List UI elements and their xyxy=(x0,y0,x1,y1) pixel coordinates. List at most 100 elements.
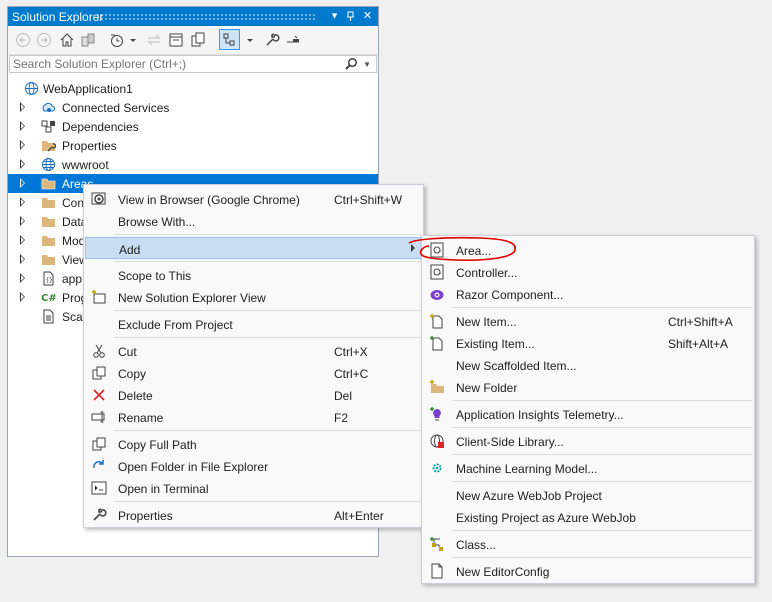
menu-item-open-in-terminal[interactable]: Open in Terminal xyxy=(85,477,422,499)
expand-arrow-icon[interactable] xyxy=(20,292,25,302)
tree-node-project[interactable]: WebApplication1 xyxy=(8,79,378,98)
chevron-down-icon[interactable] xyxy=(124,31,136,49)
menu-item-cut[interactable]: Cut Ctrl+X xyxy=(85,340,422,362)
expand-arrow-icon[interactable] xyxy=(20,197,25,207)
home-icon[interactable] xyxy=(58,31,76,49)
menu-item-label: Existing Item... xyxy=(456,337,535,351)
expand-arrow-icon[interactable] xyxy=(20,140,25,150)
submenu-item-class[interactable]: Class... xyxy=(423,533,753,555)
menu-separator xyxy=(114,501,421,502)
tree-node[interactable]: Properties xyxy=(8,136,378,155)
search-input[interactable] xyxy=(13,56,333,72)
menu-item-browse-with[interactable]: Browse With... xyxy=(85,210,422,232)
search-icon[interactable] xyxy=(344,57,358,71)
menu-item-label: Copy Full Path xyxy=(118,438,197,452)
menu-item-label: Copy xyxy=(118,367,147,381)
submenu-item-new-item[interactable]: New Item... Ctrl+Shift+A xyxy=(423,310,753,332)
menu-item-label: Open Folder in File Explorer xyxy=(118,460,269,474)
preview-icon[interactable] xyxy=(284,31,302,49)
menu-item-label: Delete xyxy=(118,389,153,403)
back-arrow-icon[interactable] xyxy=(14,31,32,49)
menu-item-add[interactable]: Add xyxy=(85,237,422,259)
expand-arrow-icon[interactable] xyxy=(20,102,25,112)
tree-node-label: wwwroot xyxy=(62,158,109,172)
dropdown-icon[interactable]: ▾ xyxy=(327,9,342,24)
menu-separator xyxy=(452,400,752,401)
submenu-item-existing-item[interactable]: Existing Item... Shift+Alt+A xyxy=(423,332,753,354)
tree-node-label: WebApplication1 xyxy=(43,82,133,96)
menu-item-copy[interactable]: Copy Ctrl+C xyxy=(85,362,422,384)
menu-item-shortcut: Del xyxy=(334,389,353,403)
search-box[interactable]: ▼ xyxy=(9,55,377,73)
menu-item-rename[interactable]: Rename F2 xyxy=(85,406,422,428)
tree-node[interactable]: Connected Services xyxy=(8,98,378,117)
expand-arrow-icon[interactable] xyxy=(20,235,25,245)
menu-item-properties[interactable]: Properties Alt+Enter xyxy=(85,504,422,526)
close-icon[interactable]: ✕ xyxy=(360,9,375,24)
menu-item-label: New Solution Explorer View xyxy=(118,291,266,305)
menu-item-label: New Item... xyxy=(456,315,517,329)
search-options-chevron-icon[interactable]: ▼ xyxy=(363,57,371,73)
menu-item-new-solution-explorer-view[interactable]: New Solution Explorer View xyxy=(85,286,422,308)
title-drag-grip[interactable] xyxy=(96,13,316,20)
sync-icon[interactable] xyxy=(145,31,163,49)
menu-item-scope-to-this[interactable]: Scope to This xyxy=(85,264,422,286)
web-project-globe-icon xyxy=(24,81,39,96)
tree-node-label: Connected Services xyxy=(62,101,170,115)
expand-arrow-icon[interactable] xyxy=(20,273,25,283)
properties-wrench-icon[interactable] xyxy=(263,31,281,49)
panel-titlebar: Solution Explorer ▾ ✕ xyxy=(8,7,378,26)
menu-item-label: Properties xyxy=(118,509,173,523)
chrome-icon xyxy=(91,191,107,207)
forward-arrow-icon[interactable] xyxy=(35,31,53,49)
expand-arrow-icon[interactable] xyxy=(20,121,25,131)
menu-item-shortcut: Ctrl+Shift+W xyxy=(334,193,403,207)
panel-toolbar xyxy=(8,26,378,55)
show-all-files-icon[interactable] xyxy=(189,31,207,49)
switch-views-icon[interactable] xyxy=(79,31,97,49)
expand-arrow-icon[interactable] xyxy=(20,254,25,264)
menu-item-view-in-browser[interactable]: View in Browser (Google Chrome) Ctrl+Shi… xyxy=(85,188,422,210)
expand-arrow-icon[interactable] xyxy=(20,216,25,226)
menu-item-shortcut: Ctrl+X xyxy=(334,345,368,359)
controller-icon xyxy=(429,264,445,280)
menu-item-shortcut: F2 xyxy=(334,411,349,425)
json-file-icon: {} xyxy=(41,271,56,286)
menu-item-open-folder-in-file-explorer[interactable]: Open Folder in File Explorer xyxy=(85,455,422,477)
new-folder-icon xyxy=(429,379,445,395)
submenu-item-area[interactable]: Area... xyxy=(423,239,753,261)
tree-node[interactable]: Dependencies xyxy=(8,117,378,136)
new-item-icon xyxy=(429,313,445,329)
submenu-item-existing-project-as-azure-webjob[interactable]: Existing Project as Azure WebJob xyxy=(423,506,753,528)
submenu-item-new-editorconfig[interactable]: New EditorConfig xyxy=(423,560,753,582)
client-side-library-icon xyxy=(429,433,445,449)
menu-item-shortcut: Alt+Enter xyxy=(334,509,384,523)
submenu-item-application-insights[interactable]: Application Insights Telemetry... xyxy=(423,403,753,425)
expand-arrow-icon[interactable] xyxy=(20,178,25,188)
copy-icon xyxy=(91,365,107,381)
submenu-item-machine-learning-model[interactable]: Machine Learning Model... xyxy=(423,457,753,479)
pin-icon[interactable] xyxy=(343,9,358,24)
submenu-item-controller[interactable]: Controller... xyxy=(423,261,753,283)
rename-icon xyxy=(91,409,107,425)
copy-icon xyxy=(91,436,107,452)
submenu-item-client-side-library[interactable]: Client-Side Library... xyxy=(423,430,753,452)
submenu-item-new-folder[interactable]: New Folder xyxy=(423,376,753,398)
submenu-item-razor-component[interactable]: Razor Component... xyxy=(423,283,753,305)
tree-node[interactable]: wwwroot xyxy=(8,155,378,174)
menu-item-copy-full-path[interactable]: Copy Full Path xyxy=(85,433,422,455)
preview-selected-icon[interactable] xyxy=(219,29,240,50)
submenu-item-new-scaffolded-item[interactable]: New Scaffolded Item... xyxy=(423,354,753,376)
add-submenu: Area... Controller... Razor Component...… xyxy=(421,235,755,584)
submenu-item-new-azure-webjob-project[interactable]: New Azure WebJob Project xyxy=(423,484,753,506)
chevron-down-icon[interactable] xyxy=(241,31,253,49)
collapse-all-icon[interactable] xyxy=(167,31,185,49)
menu-item-exclude-from-project[interactable]: Exclude From Project xyxy=(85,313,422,335)
context-menu: View in Browser (Google Chrome) Ctrl+Shi… xyxy=(83,184,424,528)
menu-separator xyxy=(114,234,421,235)
csharp-file-icon: C# xyxy=(41,290,56,305)
dependencies-icon xyxy=(41,119,56,134)
expand-arrow-icon[interactable] xyxy=(20,159,25,169)
menu-item-delete[interactable]: Delete Del xyxy=(85,384,422,406)
svg-text:C#: C# xyxy=(41,293,56,304)
